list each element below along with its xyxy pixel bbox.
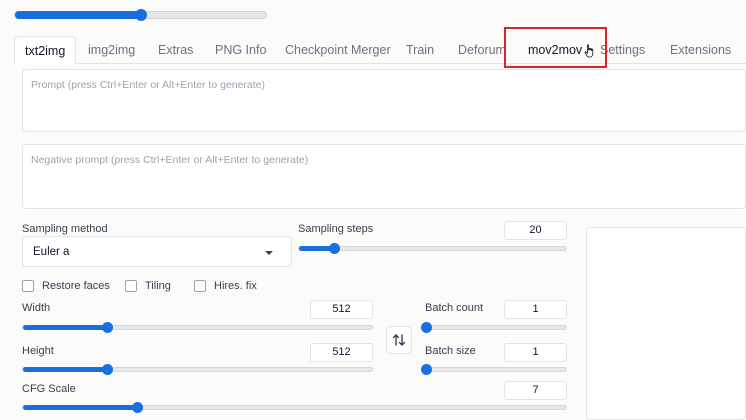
negative-prompt-placeholder: Negative prompt (press Ctrl+Enter or Alt… <box>31 154 309 166</box>
main-tabs: txt2img img2img Extras PNG Info Checkpoi… <box>14 36 746 65</box>
tab-train[interactable]: Train <box>396 36 444 64</box>
top-progress-fill <box>15 11 141 19</box>
tab-checkpoint-merger[interactable]: Checkpoint Merger <box>275 36 401 64</box>
prompt-placeholder: Prompt (press Ctrl+Enter or Alt+Enter to… <box>31 79 266 91</box>
batch-count-label: Batch count <box>425 302 484 314</box>
tiling-label: Tiling <box>145 280 171 292</box>
batch-count-input[interactable]: 1 <box>504 300 567 319</box>
cfg-scale-slider-knob[interactable] <box>132 402 144 413</box>
hires-fix-label: Hires. fix <box>214 280 257 292</box>
cfg-scale-label: CFG Scale <box>22 383 76 395</box>
sampling-steps-label: Sampling steps <box>298 223 374 235</box>
batch-size-label: Batch size <box>425 345 476 357</box>
output-gallery-panel <box>586 227 746 420</box>
hires-fix-checkbox-box[interactable] <box>194 280 206 292</box>
cfg-scale-slider[interactable] <box>22 402 567 413</box>
batch-size-slider-knob[interactable] <box>421 364 432 375</box>
height-slider-fill <box>23 367 107 372</box>
batch-size-slider[interactable] <box>421 364 567 375</box>
hand-cursor-icon <box>584 44 594 58</box>
height-input[interactable]: 512 <box>310 343 373 362</box>
tiling-checkbox[interactable]: Tiling <box>125 279 171 293</box>
batch-count-slider[interactable] <box>421 322 567 333</box>
restore-faces-checkbox[interactable]: Restore faces <box>22 279 110 293</box>
cfg-scale-input[interactable]: 7 <box>504 381 567 400</box>
width-slider[interactable] <box>22 322 373 333</box>
batch-count-slider-knob[interactable] <box>421 322 432 333</box>
batch-size-input[interactable]: 1 <box>504 343 567 362</box>
chevron-down-icon <box>265 251 273 255</box>
width-label: Width <box>22 302 51 314</box>
height-slider-knob[interactable] <box>101 364 113 375</box>
sampling-steps-slider-knob[interactable] <box>328 243 340 254</box>
tab-txt2img[interactable]: txt2img <box>14 36 77 65</box>
sampling-steps-slider[interactable] <box>298 243 567 254</box>
tab-png-info[interactable]: PNG Info <box>205 36 276 64</box>
hires-fix-checkbox[interactable]: Hires. fix <box>194 279 257 293</box>
tiling-checkbox-box[interactable] <box>125 280 137 292</box>
swap-arrows-icon <box>392 334 406 346</box>
height-slider[interactable] <box>22 364 373 375</box>
width-slider-knob[interactable] <box>101 322 113 333</box>
height-label: Height <box>22 345 54 357</box>
swap-dimensions-button[interactable] <box>386 326 412 354</box>
cfg-scale-slider-fill <box>23 405 138 410</box>
sampling-steps-input[interactable]: 20 <box>504 221 567 240</box>
width-slider-fill <box>23 325 107 330</box>
prompt-textarea[interactable]: Prompt (press Ctrl+Enter or Alt+Enter to… <box>22 69 746 132</box>
tab-img2img[interactable]: img2img <box>78 36 145 64</box>
negative-prompt-textarea[interactable]: Negative prompt (press Ctrl+Enter or Alt… <box>22 144 746 209</box>
sampling-method-value: Euler a <box>33 246 70 258</box>
tab-extras[interactable]: Extras <box>148 36 203 64</box>
restore-faces-checkbox-box[interactable] <box>22 280 34 292</box>
tab-extensions[interactable]: Extensions <box>660 36 741 64</box>
width-input[interactable]: 512 <box>310 300 373 319</box>
sampling-method-select[interactable]: Euler a <box>22 236 292 267</box>
top-progress-knob[interactable] <box>134 9 147 21</box>
restore-faces-label: Restore faces <box>42 280 110 292</box>
sampling-method-label: Sampling method <box>22 223 108 235</box>
top-progress-slider[interactable] <box>14 9 267 21</box>
